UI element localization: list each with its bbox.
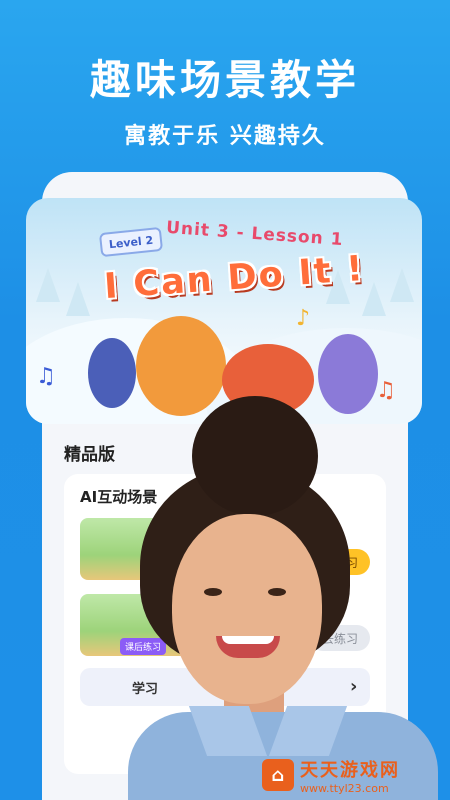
eye: [268, 588, 286, 596]
section-title: 精品版: [64, 445, 115, 465]
lesson-hero-banner[interactable]: Level 2 Unit 3 - Lesson 1 I Can Do It ! …: [26, 198, 422, 424]
tree: [36, 268, 60, 302]
level-badge: Level 2: [98, 226, 164, 258]
watermark-name: 天天游戏网: [300, 759, 400, 781]
watermark-logo-icon: ⌂: [262, 759, 294, 791]
face: [172, 514, 322, 704]
tree: [66, 282, 90, 316]
unit-title: Unit 3 - Lesson 1: [165, 217, 345, 251]
headline: 趣味场景教学: [90, 56, 360, 104]
tree: [390, 268, 414, 302]
hair-bun: [192, 396, 318, 516]
site-watermark: ⌂ 天天游戏网 www.ttyl23.com: [262, 754, 432, 796]
music-note-icon: ♪: [296, 306, 311, 331]
teacher-photo: [128, 396, 438, 800]
teeth: [222, 636, 274, 644]
watermark-url: www.ttyl23.com: [300, 781, 389, 795]
eye: [204, 588, 222, 596]
music-note-icon: ♫: [36, 364, 56, 389]
subline: 寓教于乐 兴趣持久: [124, 124, 326, 149]
